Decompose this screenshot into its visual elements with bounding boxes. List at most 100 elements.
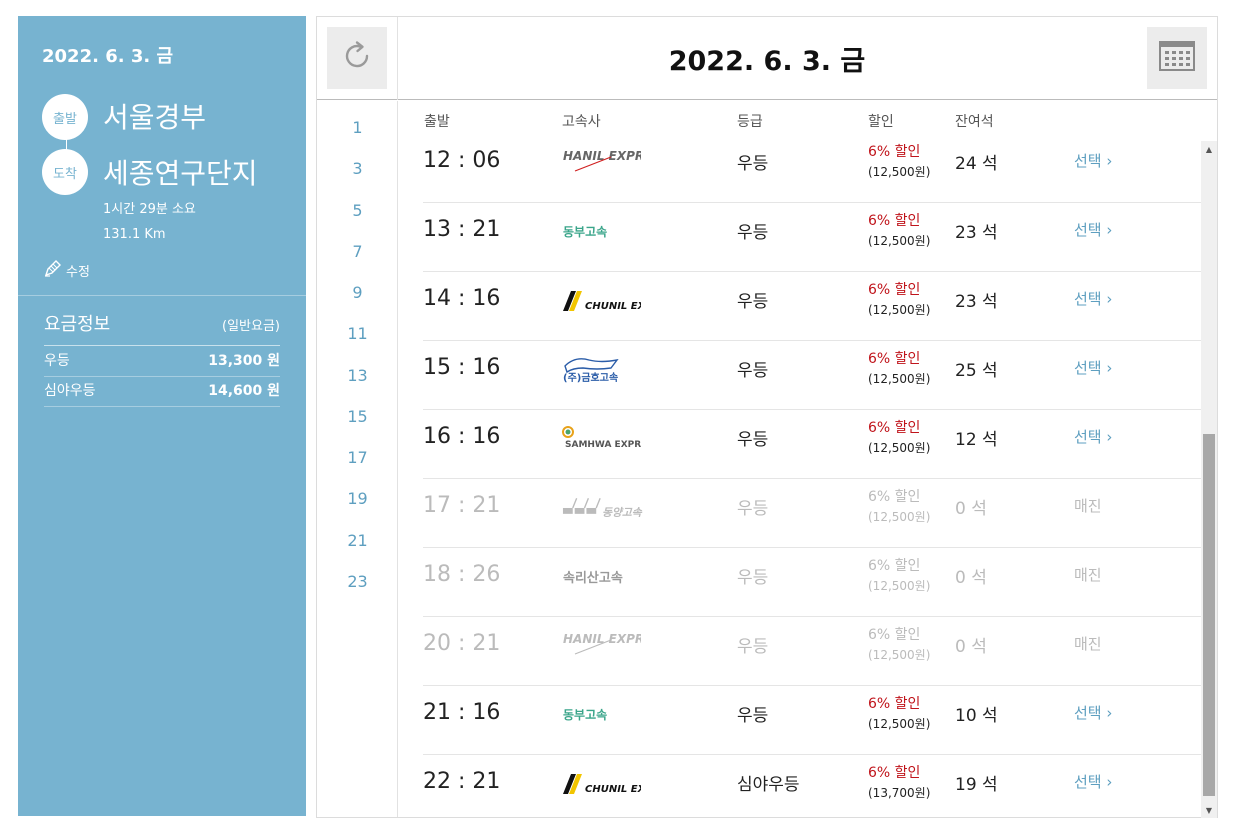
discount-price: (12,500원) xyxy=(868,165,931,179)
sold-out-label: 매진 xyxy=(1074,635,1102,653)
discount-price: (12,500원) xyxy=(868,441,931,455)
calendar-icon xyxy=(1158,40,1196,76)
remaining-seats: 23 석 xyxy=(955,292,998,312)
discount-price: (12,500원) xyxy=(868,579,931,593)
scrollbar-thumb[interactable] xyxy=(1203,434,1215,796)
departure-time: 13 : 21 xyxy=(423,217,501,242)
column-header-departure: 출발 xyxy=(424,114,450,130)
company-logo: (주)금호고속 xyxy=(561,351,651,387)
trip-distance: 131.1 Km xyxy=(103,227,166,242)
remaining-seats: 12 석 xyxy=(955,430,998,450)
scroll-down-arrow-icon[interactable]: ▼ xyxy=(1201,802,1217,818)
schedule-row[interactable]: 16 : 16 SAMHWA EXPRESS 우등 6% 할인 (12,500원… xyxy=(423,410,1201,479)
remaining-seats: 19 석 xyxy=(955,775,998,795)
discount-rate: 6% 할인 xyxy=(868,144,921,160)
select-button[interactable]: 선택 › xyxy=(1074,702,1112,723)
pencil-icon xyxy=(44,259,62,281)
calendar-button[interactable] xyxy=(1147,27,1207,89)
fare-grade: 우등 xyxy=(44,353,70,369)
select-label: 선택 xyxy=(1074,359,1102,377)
select-button[interactable]: 선택 › xyxy=(1074,219,1112,240)
bus-grade: 우등 xyxy=(737,223,769,243)
hour-link[interactable]: 9 xyxy=(317,283,398,302)
discount-price: (13,700원) xyxy=(868,786,931,800)
hour-link[interactable]: 21 xyxy=(317,531,398,550)
hour-index: 1 3 5 7 9 11 13 15 17 19 21 23 xyxy=(317,101,398,817)
discount-price: (12,500원) xyxy=(868,303,931,317)
bus-grade: 우등 xyxy=(737,292,769,312)
list-scrollbar[interactable]: ▲ ▼ xyxy=(1201,141,1217,818)
column-header-discount: 할인 xyxy=(868,114,894,130)
departure-time: 12 : 06 xyxy=(423,148,501,173)
schedule-row-soldout: 17 : 21 동양고속 우등 6% 할인 (12,500원) 0 석 매진 xyxy=(423,479,1201,548)
discount-rate: 6% 할인 xyxy=(868,627,921,643)
discount-rate: 6% 할인 xyxy=(868,351,921,367)
company-logo: CHUNIL EXPRESS xyxy=(561,282,651,318)
discount-rate: 6% 할인 xyxy=(868,420,921,436)
departure-terminal: 서울경부 xyxy=(103,101,207,134)
schedule-row[interactable]: 15 : 16 (주)금호고속 우등 6% 할인 (12,500원) 25 석 … xyxy=(423,341,1201,410)
select-button[interactable]: 선택 › xyxy=(1074,150,1112,171)
schedule-row[interactable]: 13 : 21 동부고속 우등 6% 할인 (12,500원) 23 석 선택 … xyxy=(423,203,1201,272)
hour-link[interactable]: 23 xyxy=(317,572,398,591)
departure-time: 18 : 26 xyxy=(423,562,501,587)
discount-price: (12,500원) xyxy=(868,648,931,662)
fare-price: 14,600 원 xyxy=(208,383,280,399)
chevron-right-icon: › xyxy=(1106,221,1113,239)
chevron-right-icon: › xyxy=(1106,428,1113,446)
schedule-row[interactable]: 12 : 06 HANIL EXPRESS 우등 6% 할인 (12,500원)… xyxy=(423,141,1201,203)
refresh-button[interactable] xyxy=(327,27,387,89)
discount-rate: 6% 할인 xyxy=(868,282,921,298)
departure-time: 22 : 21 xyxy=(423,769,501,794)
bus-grade: 우등 xyxy=(737,430,769,450)
sold-out-label: 매진 xyxy=(1074,497,1102,515)
departure-badge: 출발 xyxy=(42,94,88,140)
fare-row: 심야우등 14,600 원 xyxy=(44,380,280,407)
column-header-company: 고속사 xyxy=(562,114,601,130)
remaining-seats: 10 석 xyxy=(955,706,998,726)
select-button[interactable]: 선택 › xyxy=(1074,288,1112,309)
remaining-seats: 0 석 xyxy=(955,499,987,519)
bus-schedule-list: 12 : 06 HANIL EXPRESS 우등 6% 할인 (12,500원)… xyxy=(423,141,1201,818)
select-label: 선택 xyxy=(1074,704,1102,722)
schedule-row[interactable]: 21 : 16 동부고속 우등 6% 할인 (12,500원) 10 석 선택 … xyxy=(423,686,1201,755)
hour-link[interactable]: 7 xyxy=(317,242,398,261)
edit-label: 수정 xyxy=(66,264,90,280)
schedule-row[interactable]: 22 : 21 CHUNIL EXPRESS 심야우등 6% 할인 (13,70… xyxy=(423,755,1201,818)
hour-link[interactable]: 19 xyxy=(317,489,398,508)
column-header-grade: 등급 xyxy=(737,114,763,130)
departure-time: 14 : 16 xyxy=(423,286,501,311)
edit-route-button[interactable]: 수정 xyxy=(44,259,90,281)
fare-grade: 심야우등 xyxy=(44,383,96,399)
company-logo: 동부고속 xyxy=(561,213,651,249)
chevron-right-icon: › xyxy=(1106,359,1113,377)
select-button[interactable]: 선택 › xyxy=(1074,357,1112,378)
select-label: 선택 xyxy=(1074,152,1102,170)
hour-link[interactable]: 5 xyxy=(317,201,398,220)
discount-price: (12,500원) xyxy=(868,234,931,248)
discount-rate: 6% 할인 xyxy=(868,765,921,781)
discount-rate: 6% 할인 xyxy=(868,696,921,712)
schedule-row[interactable]: 14 : 16 CHUNIL EXPRESS 우등 6% 할인 (12,500원… xyxy=(423,272,1201,341)
schedule-row-soldout: 18 : 26 속리산고속 우등 6% 할인 (12,500원) 0 석 매진 xyxy=(423,548,1201,617)
arrival-badge: 도착 xyxy=(42,149,88,195)
hour-link[interactable]: 17 xyxy=(317,448,398,467)
sold-out-label: 매진 xyxy=(1074,566,1102,584)
hour-link[interactable]: 15 xyxy=(317,407,398,426)
select-button[interactable]: 선택 › xyxy=(1074,771,1112,792)
company-name: CHUNIL EXPRESS xyxy=(585,301,641,312)
company-name: SAMHWA EXPRESS xyxy=(565,440,641,450)
select-label: 선택 xyxy=(1074,773,1102,791)
departure-time: 15 : 16 xyxy=(423,355,501,380)
hour-link[interactable]: 1 xyxy=(317,118,398,137)
select-button[interactable]: 선택 › xyxy=(1074,426,1112,447)
hour-link[interactable]: 13 xyxy=(317,366,398,385)
remaining-seats: 24 석 xyxy=(955,154,998,174)
scroll-up-arrow-icon[interactable]: ▲ xyxy=(1201,141,1217,157)
discount-rate: 6% 할인 xyxy=(868,213,921,229)
select-label: 선택 xyxy=(1074,428,1102,446)
hour-link[interactable]: 11 xyxy=(317,324,398,343)
remaining-seats: 23 석 xyxy=(955,223,998,243)
hour-link[interactable]: 3 xyxy=(317,159,398,178)
route-summary-sidebar: 2022. 6. 3. 금 출발 서울경부 도착 세종연구단지 1시간 29분 … xyxy=(18,16,306,816)
